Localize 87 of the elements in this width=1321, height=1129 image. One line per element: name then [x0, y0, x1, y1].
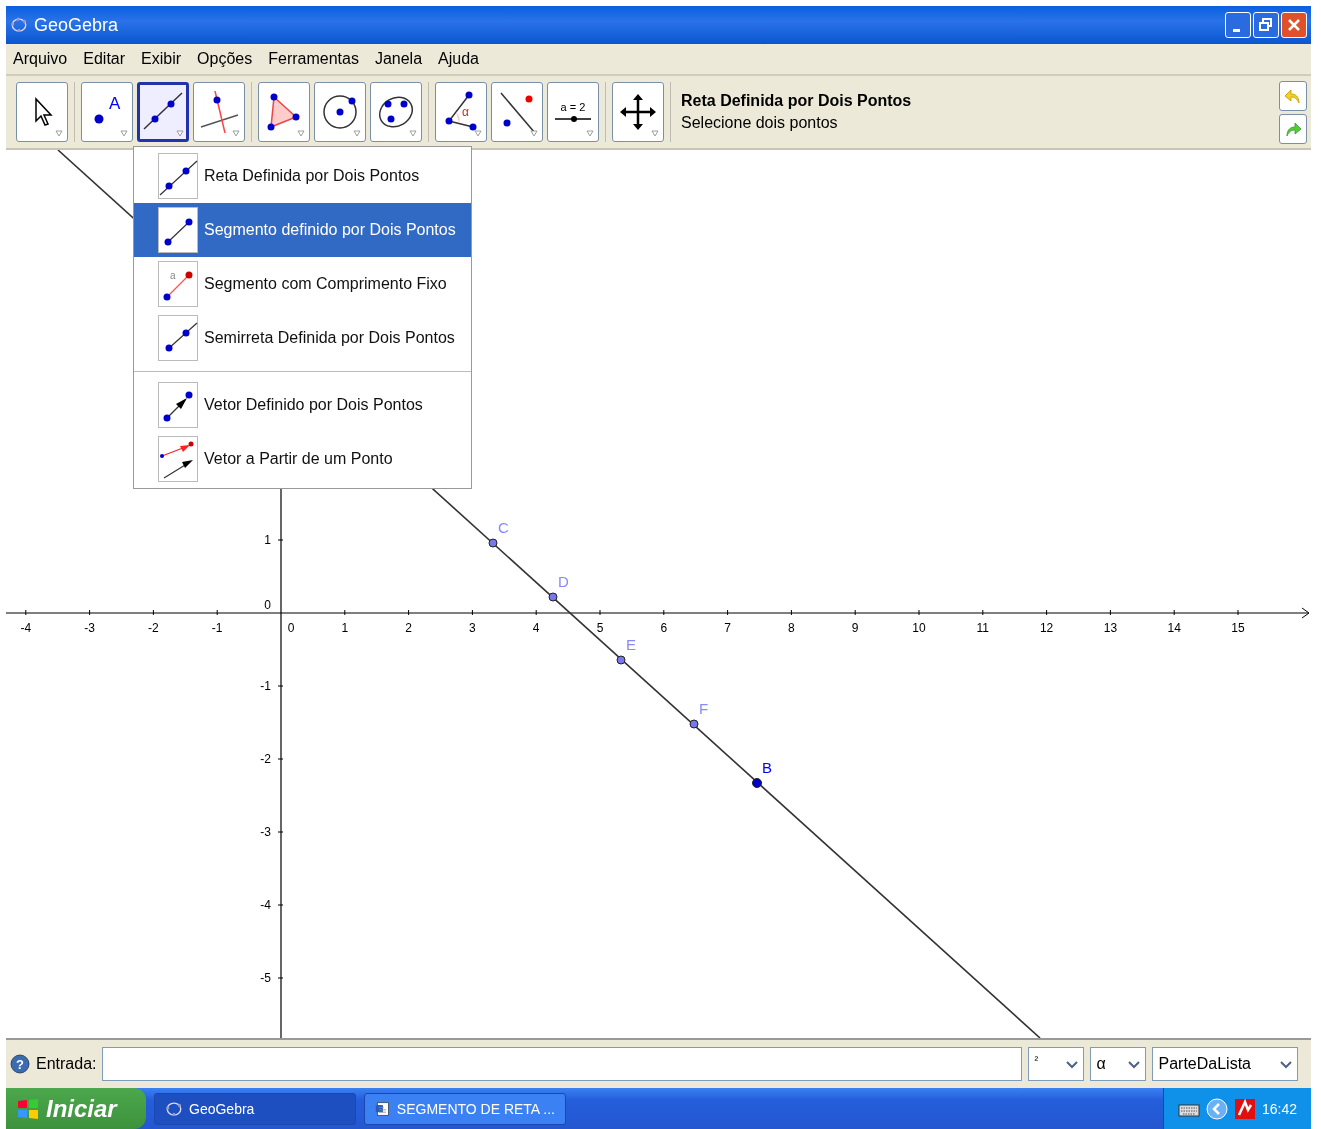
tool-button[interactable] [193, 82, 245, 142]
dropdown[interactable]: ² [1028, 1047, 1085, 1081]
close-button[interactable] [1281, 12, 1307, 38]
menu-item[interactable]: Janela [374, 50, 423, 68]
axis-label: 6 [660, 621, 668, 635]
tool-hint: Selecione dois pontos [681, 114, 839, 132]
menu-item[interactable]: Arquivo [13, 50, 68, 68]
axis-label: 12 [1039, 621, 1054, 635]
tool-button[interactable] [258, 82, 310, 142]
axis-label: -2 [148, 621, 159, 635]
axis-label: 1 [264, 533, 271, 547]
document-icon [375, 1099, 391, 1118]
axis-label: 0 [287, 621, 295, 635]
input-label: Entrada: [36, 1055, 97, 1073]
menu-option[interactable]: Semirreta Definida por Dois Pontos [134, 311, 471, 365]
axis-label: -3 [260, 825, 271, 839]
dropdown[interactable]: α [1090, 1047, 1147, 1081]
axis-label: -5 [260, 971, 271, 985]
minimize-icon [1232, 28, 1240, 32]
point-label: C [498, 519, 509, 536]
redo-button[interactable] [1279, 113, 1307, 144]
dropdown[interactable]: ParteDaLista [1152, 1047, 1299, 1081]
undo-button[interactable] [1279, 80, 1307, 111]
help-icon[interactable]: ? [10, 1054, 30, 1074]
vector-from-point-tool-icon [158, 436, 198, 482]
axis-label: 9 [851, 621, 859, 635]
point[interactable] [548, 592, 558, 602]
menu-option[interactable]: Reta Definida por Dois Pontos [134, 149, 471, 203]
vector-tool-icon [158, 382, 198, 428]
input-field[interactable] [102, 1047, 1023, 1081]
axis-label: 7 [724, 621, 731, 635]
taskbar-button[interactable]: SEGMENTO DE RETA ... [364, 1092, 566, 1125]
chevron-icon[interactable] [1205, 1097, 1228, 1120]
point[interactable] [488, 538, 498, 548]
menu-option[interactable]: Segmento definido por Dois Pontos [134, 203, 471, 257]
point[interactable] [752, 778, 762, 788]
tool-button[interactable] [370, 82, 422, 142]
point-label: D [558, 573, 569, 590]
axis-label: 11 [976, 621, 990, 635]
tool-button[interactable] [137, 82, 189, 142]
point[interactable] [689, 719, 699, 729]
axis-label: 13 [1103, 621, 1118, 635]
axis-label: 2 [405, 621, 412, 635]
axis-label: -3 [84, 621, 95, 635]
point-label: B [762, 759, 772, 776]
segment-tool-icon [158, 207, 198, 253]
geogebra-icon [10, 16, 28, 34]
axis-label: 15 [1231, 621, 1245, 635]
axis-label: -1 [260, 679, 271, 693]
point-label: E [626, 636, 636, 653]
segment-fixed-tool-icon: a [158, 261, 198, 307]
tool-title: Reta Definida por Dois Pontos [681, 92, 912, 110]
taskbar-button[interactable]: GeoGebra [154, 1092, 356, 1125]
axis-label: -1 [211, 621, 223, 635]
menu-item[interactable]: Editar [83, 50, 126, 68]
menu-option[interactable]: Vetor Definido por Dois Pontos [134, 378, 471, 432]
axis-label: 0 [264, 598, 271, 612]
menu-item[interactable]: Opções [197, 50, 253, 68]
windows-flag-icon [16, 1096, 40, 1121]
axis-label: -2 [260, 752, 271, 766]
menu-item[interactable]: Ferramentas [268, 50, 359, 68]
axis-label: 1 [341, 621, 349, 635]
point[interactable] [616, 655, 626, 665]
menu-item[interactable]: Ajuda [438, 50, 479, 68]
axis-label: 10 [912, 621, 926, 635]
clock: 16:42 [1261, 1100, 1297, 1117]
menu-option[interactable]: Vetor a Partir de um Ponto [134, 432, 471, 486]
tool-button[interactable] [612, 82, 664, 142]
axis-label: 5 [596, 621, 604, 635]
axis-label: 14 [1167, 621, 1181, 635]
tool-button[interactable] [16, 82, 68, 142]
menu-item[interactable]: Exibir [141, 50, 182, 68]
axis-label: -4 [260, 898, 271, 912]
tool-button[interactable] [491, 82, 543, 142]
axis-label: 3 [469, 621, 476, 635]
menu-option[interactable]: a Segmento com Comprimento Fixo [134, 257, 471, 311]
line-tool-icon [158, 153, 198, 199]
axis-label: -4 [20, 621, 32, 635]
restore-button[interactable] [1253, 12, 1279, 38]
antivirus-icon[interactable] [1233, 1097, 1256, 1120]
axis-label: 4 [532, 621, 540, 635]
axis-label: 8 [788, 621, 795, 635]
tool-button[interactable] [314, 82, 366, 142]
window-title: GeoGebra [34, 14, 119, 36]
ray-tool-icon [158, 315, 198, 361]
minimize-button[interactable] [1225, 12, 1251, 38]
point-label: F [699, 700, 709, 717]
